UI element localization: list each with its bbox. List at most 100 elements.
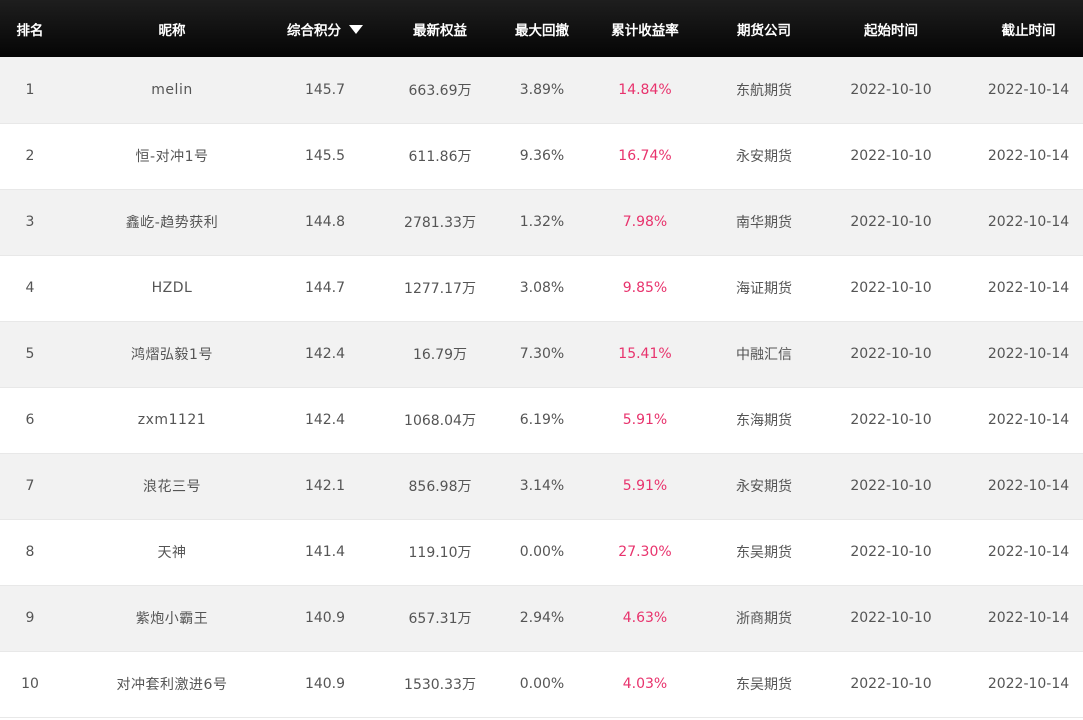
table-row[interactable]: 10 对冲套利激进6号 140.9 1530.33万 0.00% 4.03% 东… [0, 651, 1083, 718]
rank-cell: 3 [0, 189, 60, 256]
col-header-return[interactable]: 累计收益率 [570, 0, 720, 57]
return-cell: 16.74% [570, 123, 720, 190]
start-date-cell: 2022-10-10 [808, 387, 974, 454]
col-header-score-label: 综合积分 [287, 22, 341, 39]
end-date-cell: 2022-10-14 [974, 453, 1083, 520]
table-row[interactable]: 4 HZDL 144.7 1277.17万 3.08% 9.85% 海证期货 2… [0, 255, 1083, 322]
score-cell: 142.1 [284, 453, 366, 520]
equity-cell: 16.79万 [366, 321, 514, 388]
ranking-board: 排名 昵称 综合积分 最新权益 最大回撤 累计收益率 期货公司 起始时间 截止时… [0, 0, 1083, 720]
rank-cell: 2 [0, 123, 60, 190]
nickname-cell: zxm1121 [60, 387, 284, 454]
equity-cell: 119.10万 [366, 519, 514, 586]
col-header-rank[interactable]: 排名 [0, 0, 60, 57]
score-cell: 142.4 [284, 321, 366, 388]
table-row[interactable]: 7 浪花三号 142.1 856.98万 3.14% 5.91% 永安期货 20… [0, 453, 1083, 520]
table-row[interactable]: 9 紫炮小霸王 140.9 657.31万 2.94% 4.63% 浙商期货 2… [0, 585, 1083, 652]
return-cell: 5.91% [570, 453, 720, 520]
nickname-cell: HZDL [60, 255, 284, 322]
col-header-score[interactable]: 综合积分 [284, 0, 366, 57]
company-cell: 中融汇信 [720, 321, 808, 388]
end-date-cell: 2022-10-14 [974, 321, 1083, 388]
drawdown-cell: 2.94% [514, 585, 570, 652]
rank-cell: 1 [0, 57, 60, 124]
company-cell: 东吴期货 [720, 519, 808, 586]
start-date-cell: 2022-10-10 [808, 585, 974, 652]
score-cell: 140.9 [284, 585, 366, 652]
return-cell: 4.03% [570, 651, 720, 718]
company-cell: 南华期货 [720, 189, 808, 256]
table-row[interactable]: 6 zxm1121 142.4 1068.04万 6.19% 5.91% 东海期… [0, 387, 1083, 454]
rank-cell: 6 [0, 387, 60, 454]
nickname-cell: 天神 [60, 519, 284, 586]
end-date-cell: 2022-10-14 [974, 387, 1083, 454]
table-row[interactable]: 2 恒-对冲1号 145.5 611.86万 9.36% 16.74% 永安期货… [0, 123, 1083, 190]
equity-cell: 663.69万 [366, 57, 514, 124]
col-header-equity[interactable]: 最新权益 [366, 0, 514, 57]
drawdown-cell: 3.89% [514, 57, 570, 124]
nickname-cell: 紫炮小霸王 [60, 585, 284, 652]
company-cell: 东海期货 [720, 387, 808, 454]
return-cell: 7.98% [570, 189, 720, 256]
score-cell: 141.4 [284, 519, 366, 586]
start-date-cell: 2022-10-10 [808, 255, 974, 322]
drawdown-cell: 6.19% [514, 387, 570, 454]
drawdown-cell: 3.14% [514, 453, 570, 520]
score-cell: 144.7 [284, 255, 366, 322]
start-date-cell: 2022-10-10 [808, 57, 974, 124]
table-row[interactable]: 1 melin 145.7 663.69万 3.89% 14.84% 东航期货 … [0, 57, 1083, 124]
col-header-start[interactable]: 起始时间 [808, 0, 974, 57]
drawdown-cell: 0.00% [514, 519, 570, 586]
return-cell: 9.85% [570, 255, 720, 322]
start-date-cell: 2022-10-10 [808, 519, 974, 586]
equity-cell: 856.98万 [366, 453, 514, 520]
col-header-drawdown[interactable]: 最大回撤 [514, 0, 570, 57]
col-header-nickname[interactable]: 昵称 [60, 0, 284, 57]
company-cell: 永安期货 [720, 453, 808, 520]
rank-cell: 4 [0, 255, 60, 322]
company-cell: 浙商期货 [720, 585, 808, 652]
end-date-cell: 2022-10-14 [974, 123, 1083, 190]
start-date-cell: 2022-10-10 [808, 651, 974, 718]
table-row[interactable]: 3 鑫屹-趋势获利 144.8 2781.33万 1.32% 7.98% 南华期… [0, 189, 1083, 256]
end-date-cell: 2022-10-14 [974, 651, 1083, 718]
nickname-cell: melin [60, 57, 284, 124]
start-date-cell: 2022-10-10 [808, 189, 974, 256]
score-cell: 144.8 [284, 189, 366, 256]
nickname-cell: 对冲套利激进6号 [60, 651, 284, 718]
company-cell: 海证期货 [720, 255, 808, 322]
col-header-company[interactable]: 期货公司 [720, 0, 808, 57]
table-row[interactable]: 8 天神 141.4 119.10万 0.00% 27.30% 东吴期货 202… [0, 519, 1083, 586]
rank-cell: 5 [0, 321, 60, 388]
rank-cell: 10 [0, 651, 60, 718]
end-date-cell: 2022-10-14 [974, 255, 1083, 322]
table-header-row: 排名 昵称 综合积分 最新权益 最大回撤 累计收益率 期货公司 起始时间 截止时… [0, 0, 1083, 57]
score-cell: 145.7 [284, 57, 366, 124]
equity-cell: 1068.04万 [366, 387, 514, 454]
rank-cell: 9 [0, 585, 60, 652]
return-cell: 5.91% [570, 387, 720, 454]
company-cell: 永安期货 [720, 123, 808, 190]
col-header-end[interactable]: 截止时间 [974, 0, 1083, 57]
drawdown-cell: 9.36% [514, 123, 570, 190]
company-cell: 东航期货 [720, 57, 808, 124]
end-date-cell: 2022-10-14 [974, 585, 1083, 652]
drawdown-cell: 1.32% [514, 189, 570, 256]
start-date-cell: 2022-10-10 [808, 453, 974, 520]
ranking-table: 排名 昵称 综合积分 最新权益 最大回撤 累计收益率 期货公司 起始时间 截止时… [0, 0, 1083, 718]
equity-cell: 2781.33万 [366, 189, 514, 256]
return-cell: 27.30% [570, 519, 720, 586]
drawdown-cell: 0.00% [514, 651, 570, 718]
table-row[interactable]: 5 鸿熠弘毅1号 142.4 16.79万 7.30% 15.41% 中融汇信 … [0, 321, 1083, 388]
company-cell: 东吴期货 [720, 651, 808, 718]
sort-desc-icon[interactable] [349, 25, 363, 34]
equity-cell: 1530.33万 [366, 651, 514, 718]
score-cell: 145.5 [284, 123, 366, 190]
return-cell: 15.41% [570, 321, 720, 388]
start-date-cell: 2022-10-10 [808, 123, 974, 190]
end-date-cell: 2022-10-14 [974, 57, 1083, 124]
end-date-cell: 2022-10-14 [974, 519, 1083, 586]
nickname-cell: 恒-对冲1号 [60, 123, 284, 190]
rank-cell: 8 [0, 519, 60, 586]
return-cell: 14.84% [570, 57, 720, 124]
